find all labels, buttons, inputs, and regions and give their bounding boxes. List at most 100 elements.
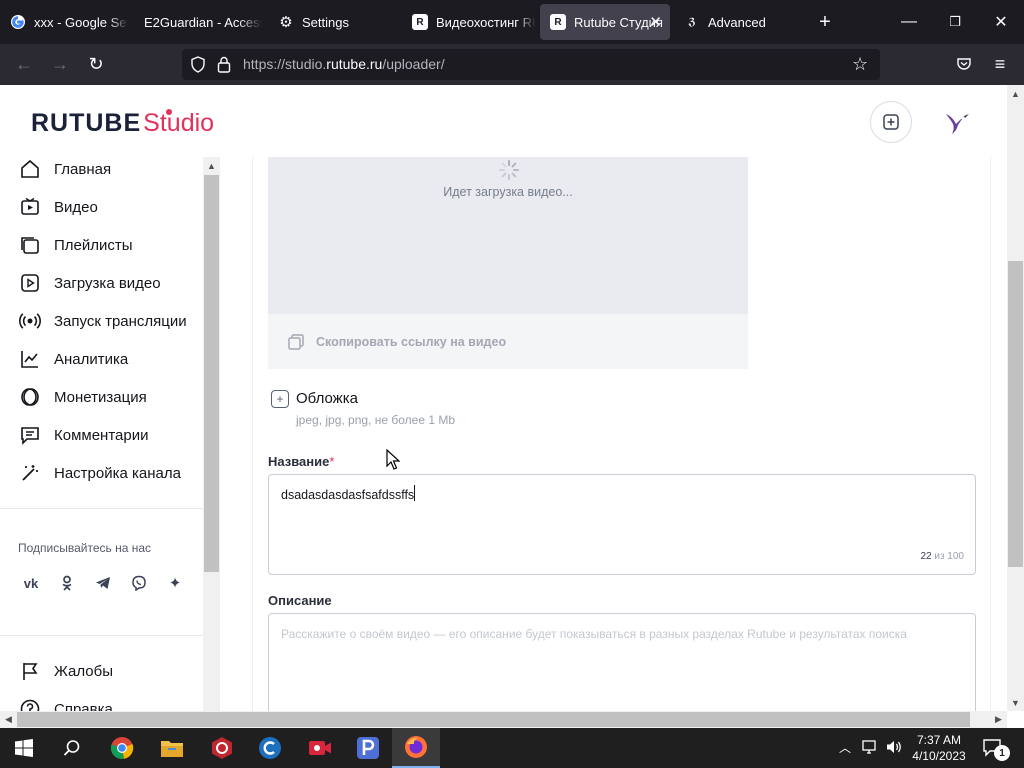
- follow-us-label: Подписывайтесь на нас: [18, 541, 152, 555]
- bookmark-star-icon[interactable]: ☆: [852, 54, 868, 75]
- tab-advanced[interactable]: ℨ Advanced: [674, 4, 804, 40]
- sidebar-item-broadcast[interactable]: Запуск трансляции: [18, 307, 187, 335]
- page-viewport: RUTUBE Studio Главная Видео Плейлисты За…: [0, 85, 1024, 728]
- scroll-right-icon[interactable]: ▶: [990, 711, 1007, 728]
- comments-icon: [18, 423, 42, 447]
- rutube-icon: R: [550, 14, 566, 30]
- clock-time: 7:37 AM: [916, 733, 962, 747]
- rutube-studio-logo[interactable]: RUTUBE Studio: [31, 109, 214, 141]
- shield-icon[interactable]: [190, 56, 206, 78]
- title-input-value[interactable]: dsadasdasdasfsafdssffs: [281, 488, 414, 502]
- tab-rutube-videohosting[interactable]: R Видеохостинг RUT: [402, 4, 536, 40]
- plus-square-icon: [883, 114, 899, 130]
- upload-button[interactable]: [870, 101, 912, 143]
- chrome-icon[interactable]: [98, 728, 146, 768]
- tab-google-search[interactable]: xxx - Google Sea: [0, 4, 128, 40]
- file-explorer-icon[interactable]: [148, 728, 196, 768]
- screen-recorder-icon[interactable]: [296, 728, 344, 768]
- notification-count-badge: 1: [994, 745, 1010, 761]
- title-field-label: Название*: [268, 454, 335, 469]
- volume-icon[interactable]: [885, 738, 903, 761]
- sidebar-item-analytics[interactable]: Аналитика: [18, 345, 128, 373]
- home-icon: [18, 157, 42, 181]
- tab-e2guardian[interactable]: E2Guardian - Access D: [134, 4, 262, 40]
- windows-taskbar: ︿ 7:37 AM 4/10/2023 1: [0, 728, 1024, 768]
- scroll-down-icon[interactable]: ▼: [1007, 694, 1024, 711]
- forward-button[interactable]: →: [44, 48, 76, 80]
- mouse-pointer-icon: [386, 449, 400, 470]
- scroll-left-icon[interactable]: ◀: [0, 711, 17, 728]
- network-icon[interactable]: [862, 739, 880, 760]
- sidebar-item-playlists[interactable]: Плейлисты: [18, 231, 133, 259]
- address-bar[interactable]: https://studio.rutube.ru/uploader/ ☆: [182, 49, 880, 80]
- sidebar-item-complaints[interactable]: Жалобы: [18, 657, 113, 685]
- menu-icon[interactable]: ≡: [984, 48, 1016, 80]
- app-c-icon[interactable]: [246, 728, 294, 768]
- windows-start-icon[interactable]: [0, 728, 48, 768]
- sidebar-scrollbar-thumb[interactable]: [204, 175, 219, 572]
- page-horizontal-scrollbar-thumb[interactable]: [17, 712, 970, 727]
- app-red-icon[interactable]: [198, 728, 246, 768]
- sidebar-item-upload-video[interactable]: Загрузка видео: [18, 269, 161, 297]
- app-p-icon[interactable]: [344, 728, 392, 768]
- sidebar-item-channel-settings[interactable]: Настройка канала: [18, 459, 181, 487]
- copy-link-button[interactable]: Скопировать ссылку на видео: [316, 335, 506, 349]
- text-caret: [414, 485, 415, 501]
- tray-expand-icon[interactable]: ︿: [839, 739, 851, 756]
- telegram-icon[interactable]: [89, 569, 117, 597]
- add-cover-icon[interactable]: +: [271, 390, 289, 408]
- firefox-icon[interactable]: [392, 728, 440, 768]
- page-vertical-scrollbar-thumb[interactable]: [1008, 261, 1023, 567]
- sidebar-item-video[interactable]: Видео: [18, 193, 98, 221]
- sidebar: Главная Видео Плейлисты Загрузка видео З…: [0, 157, 203, 728]
- gear-icon: ⚙: [279, 14, 293, 31]
- restore-button[interactable]: ❐: [932, 0, 978, 44]
- search-icon[interactable]: [48, 728, 96, 768]
- cover-label[interactable]: Обложка: [296, 390, 358, 407]
- broadcast-icon: [18, 309, 42, 333]
- rutube-icon: R: [412, 14, 428, 30]
- minimize-button[interactable]: —: [886, 0, 932, 44]
- loading-spinner-icon: [499, 160, 519, 180]
- reload-button[interactable]: ↻: [80, 48, 112, 80]
- sidebar-divider: [0, 508, 203, 509]
- back-button[interactable]: ←: [8, 48, 40, 80]
- monetization-icon: [18, 385, 42, 409]
- title-char-counter: 22 из 100: [920, 551, 964, 562]
- sparkle-icon[interactable]: ✦: [161, 569, 189, 597]
- playlists-icon: [18, 233, 42, 257]
- hummingbird-icon: [946, 114, 969, 134]
- sidebar-scroll-up-icon[interactable]: ▲: [203, 157, 220, 174]
- tab-rutube-studio[interactable]: R Rutube Студия ✕: [540, 4, 670, 40]
- sidebar-item-comments[interactable]: Комментарии: [18, 421, 148, 449]
- channel-settings-icon: [18, 461, 42, 485]
- viber-icon[interactable]: [125, 569, 153, 597]
- google-icon: [10, 14, 26, 30]
- description-placeholder: Расскажите о своём видео — его описание …: [281, 627, 907, 641]
- logo-dot: [166, 109, 172, 115]
- clock-date: 4/10/2023: [912, 749, 966, 763]
- sidebar-item-monetization[interactable]: Монетизация: [18, 383, 147, 411]
- description-field-label: Описание: [268, 593, 332, 608]
- analytics-icon: [18, 347, 42, 371]
- lock-icon[interactable]: [217, 56, 231, 78]
- odnoklassniki-icon[interactable]: [53, 569, 81, 597]
- video-icon: [18, 195, 42, 219]
- browser-navigation-bar: ← → ↻ https://studio.rutube.ru/uploader/…: [0, 44, 1024, 85]
- vk-icon[interactable]: vk: [17, 569, 45, 597]
- sidebar-divider: [0, 635, 203, 636]
- close-tab-icon[interactable]: ✕: [649, 13, 662, 31]
- upload-video-icon: [18, 271, 42, 295]
- browser-tab-strip: xxx - Google Sea E2Guardian - Access D ⚙…: [0, 0, 1024, 44]
- user-avatar[interactable]: [935, 101, 977, 143]
- scroll-up-icon[interactable]: ▲: [1007, 85, 1024, 102]
- close-window-button[interactable]: ✕: [978, 0, 1024, 44]
- sidebar-item-home[interactable]: Главная: [18, 157, 111, 183]
- pocket-icon[interactable]: [948, 48, 980, 80]
- new-tab-button[interactable]: +: [802, 0, 848, 44]
- taskbar-clock[interactable]: 7:37 AM 4/10/2023: [906, 732, 972, 764]
- url-text[interactable]: https://studio.rutube.ru/uploader/: [243, 56, 445, 72]
- copy-icon[interactable]: [287, 333, 305, 351]
- cover-format-hint: jpeg, jpg, png, не более 1 Mb: [296, 413, 456, 427]
- tab-settings[interactable]: ⚙ Settings: [268, 4, 402, 40]
